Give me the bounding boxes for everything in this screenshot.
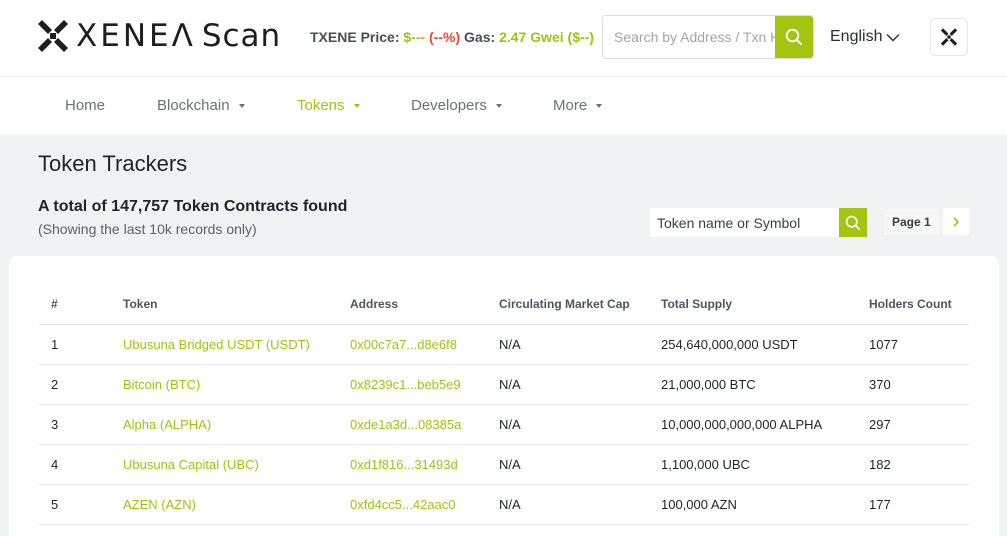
cell-rank: 1	[39, 324, 123, 365]
global-search-input[interactable]	[603, 16, 775, 58]
language-label: English	[830, 28, 883, 45]
col-header-token: Token	[123, 284, 350, 325]
nav-blockchain-label: Blockchain	[157, 97, 230, 114]
col-header-market-cap: Circulating Market Cap	[499, 284, 661, 325]
cell-supply: 1,100,000 UBC	[661, 444, 869, 485]
logo-wordmark: XENEΛ Scan	[76, 14, 281, 58]
site-logo[interactable]: XENEΛ Scan	[38, 14, 281, 58]
nav-more[interactable]: More	[553, 97, 603, 114]
cell-supply: 254,640,000,000 USDT	[661, 324, 869, 365]
token-search-button[interactable]	[839, 208, 867, 237]
cell-holders: 297	[869, 404, 969, 445]
token-search-input[interactable]	[650, 208, 839, 237]
global-search-button[interactable]	[775, 16, 813, 58]
cell-market-cap: N/A	[499, 484, 661, 525]
nav-tokens[interactable]: Tokens	[297, 97, 360, 114]
cell-market-cap: N/A	[499, 444, 661, 485]
token-link[interactable]: AZEN (AZN)	[123, 484, 350, 525]
cell-holders: 177	[869, 484, 969, 525]
pagination: Page 1	[884, 208, 969, 235]
nav-home[interactable]: Home	[65, 97, 105, 114]
nav-tokens-label: Tokens	[297, 97, 345, 114]
search-icon	[845, 215, 861, 230]
xenea-mark-icon	[940, 28, 958, 46]
app-menu-button[interactable]	[930, 18, 968, 56]
cell-market-cap: N/A	[499, 324, 661, 365]
cell-rank: 4	[39, 444, 123, 485]
gas-value: 2.47 Gwei ($--)	[499, 29, 594, 45]
total-count: A total of 147,757 Token Contracts found	[38, 198, 348, 215]
address-link[interactable]: 0xd1f816...31493d	[350, 444, 499, 485]
token-link[interactable]: Bitcoin (BTC)	[123, 364, 350, 405]
language-selector[interactable]: English	[830, 28, 900, 46]
price-gas-info: TXENE Price: $--- (--%) Gas: 2.47 Gwei (…	[310, 29, 594, 45]
price-change: (--%)	[429, 29, 461, 45]
nav-developers-label: Developers	[411, 97, 487, 114]
nav-more-label: More	[553, 97, 588, 114]
records-note: (Showing the last 10k records only)	[38, 221, 257, 237]
col-header-supply: Total Supply	[661, 284, 869, 325]
chevron-right-icon	[953, 216, 959, 227]
token-link[interactable]: Ubusuna Capital (UBC)	[123, 444, 350, 485]
nav-developers[interactable]: Developers	[411, 97, 502, 114]
table-row: 4 Ubusuna Capital (UBC) 0xd1f816...31493…	[39, 444, 969, 485]
page-indicator: Page 1	[884, 208, 939, 235]
token-link[interactable]: Ubusuna Bridged USDT (USDT)	[123, 324, 350, 365]
nav-home-label: Home	[65, 97, 106, 114]
cell-rank: 5	[39, 484, 123, 525]
table-row: 3 Alpha (ALPHA) 0xde1a3d...08385a N/A 10…	[39, 404, 969, 445]
cell-supply: 21,000,000 BTC	[661, 364, 869, 405]
col-header-holders: Holders Count	[869, 284, 969, 325]
logo-text-main: XENEΛ	[76, 18, 196, 54]
address-link[interactable]: 0x8239c1...beb5e9	[350, 364, 499, 405]
price-value: $---	[403, 29, 426, 45]
table-row: 2 Bitcoin (BTC) 0x8239c1...beb5e9 N/A 21…	[39, 364, 969, 405]
cell-supply: 10,000,000,000,000 ALPHA	[661, 404, 869, 445]
cell-holders: 1077	[869, 324, 969, 365]
header: XENEΛ Scan TXENE Price: $--- (--%) Gas: 2…	[0, 0, 1007, 76]
cell-holders: 182	[869, 444, 969, 485]
table-header-row: # Token Address Circulating Market Cap T…	[39, 284, 969, 325]
next-page-button[interactable]	[942, 208, 969, 235]
col-header-rank: #	[39, 284, 123, 325]
logo-text-sub: Scan	[201, 18, 282, 54]
token-link[interactable]: Alpha (ALPHA)	[123, 404, 350, 445]
cell-market-cap: N/A	[499, 404, 661, 445]
address-link[interactable]: 0xfd4cc5...42aac0	[350, 484, 499, 525]
nav-blockchain[interactable]: Blockchain	[157, 97, 245, 114]
caret-down-icon	[495, 103, 502, 108]
address-link[interactable]: 0x00c7a7...d8e6f8	[350, 324, 499, 365]
chevron-down-icon	[886, 33, 900, 41]
search-icon	[785, 28, 802, 45]
caret-down-icon	[596, 103, 603, 108]
gas-label: Gas:	[464, 29, 496, 45]
col-header-address: Address	[350, 284, 499, 325]
cell-market-cap: N/A	[499, 364, 661, 405]
global-search	[602, 15, 814, 59]
address-link[interactable]: 0xde1a3d...08385a	[350, 404, 499, 445]
price-label: TXENE Price:	[310, 29, 400, 45]
cell-holders: 370	[869, 364, 969, 405]
token-table: # Token Address Circulating Market Cap T…	[39, 284, 969, 525]
token-search	[650, 208, 867, 237]
cell-supply: 100,000 AZN	[661, 484, 869, 525]
caret-down-icon	[353, 103, 360, 108]
table-row: 1 Ubusuna Bridged USDT (USDT) 0x00c7a7..…	[39, 324, 969, 365]
table-row: 5 AZEN (AZN) 0xfd4cc5...42aac0 N/A 100,0…	[39, 484, 969, 525]
main-nav: Home Blockchain Tokens Developers More	[0, 76, 1007, 134]
xenea-logo-icon	[38, 20, 68, 52]
token-table-card: # Token Address Circulating Market Cap T…	[9, 256, 999, 536]
cell-rank: 3	[39, 404, 123, 445]
caret-down-icon	[238, 103, 245, 108]
page-title: Token Trackers	[38, 151, 188, 176]
cell-rank: 2	[39, 364, 123, 405]
